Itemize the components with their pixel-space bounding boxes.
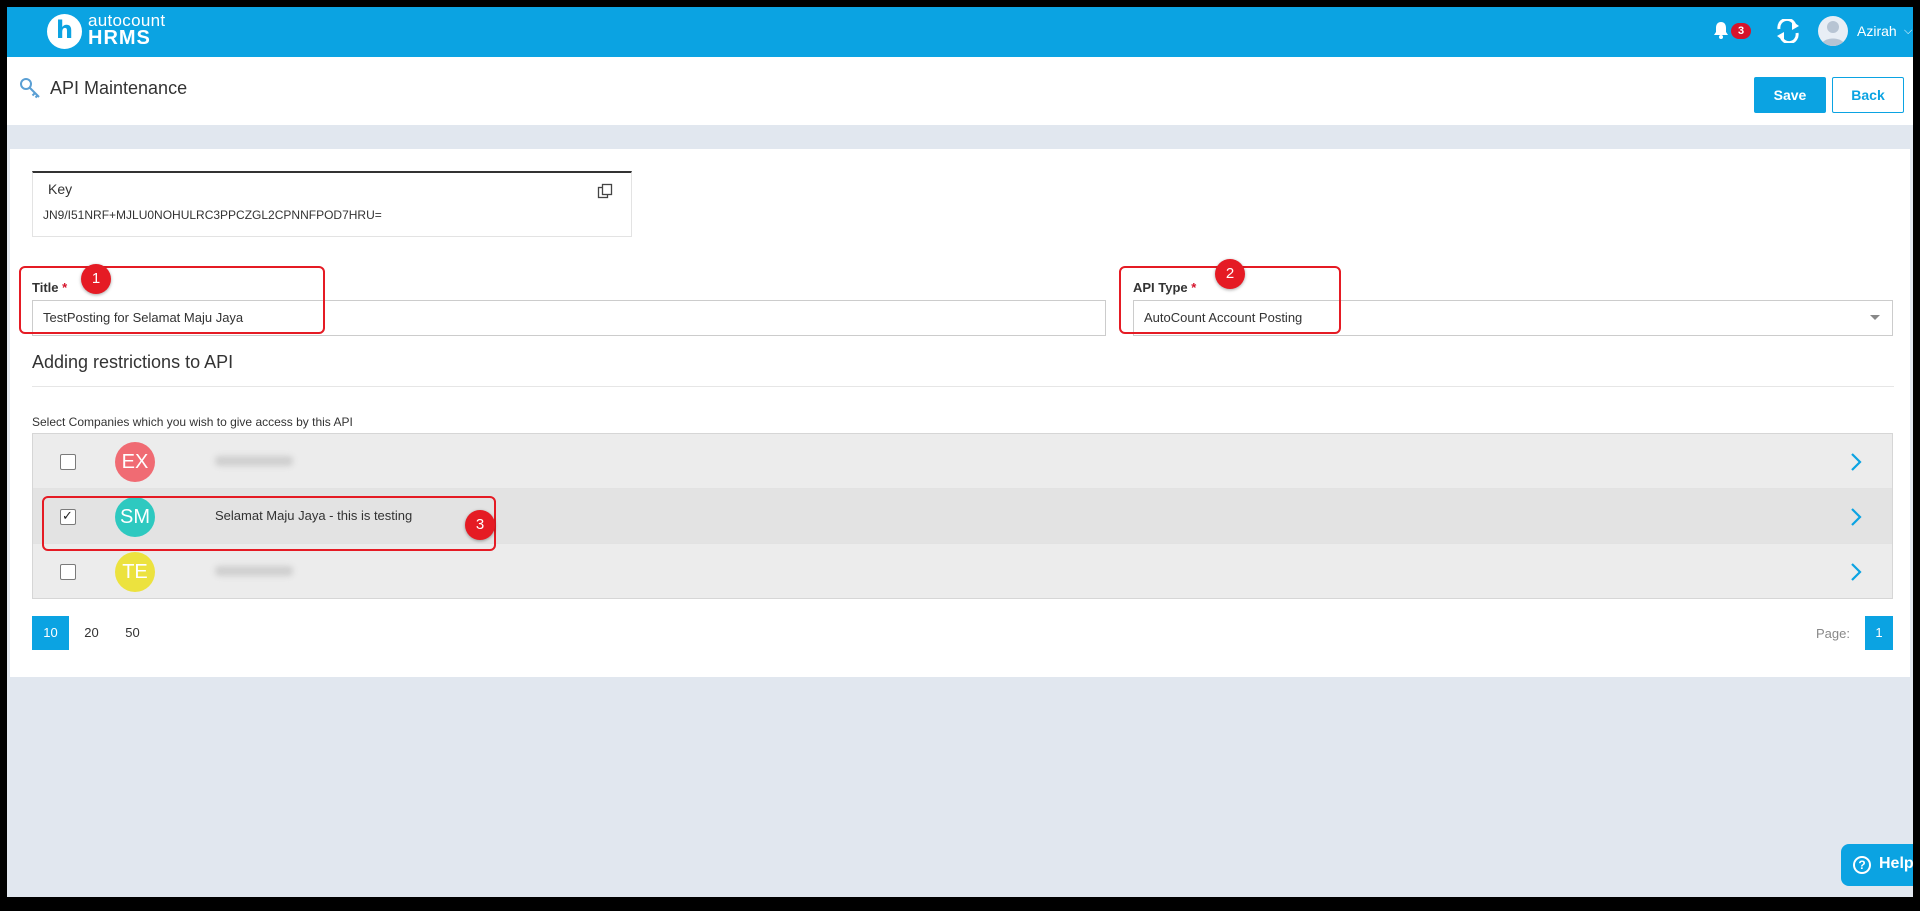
- help-label: Help: [1879, 855, 1913, 872]
- switch-company-icon[interactable]: [1775, 19, 1801, 43]
- page-number-button[interactable]: 1: [1865, 616, 1893, 650]
- user-avatar[interactable]: [1818, 16, 1848, 46]
- chevron-down-icon[interactable]: ⌵: [1904, 24, 1912, 38]
- company-name-redacted: [215, 566, 293, 576]
- divider: [32, 386, 1894, 387]
- company-checkbox[interactable]: [60, 564, 76, 580]
- logo-text-large: HRMS: [88, 27, 151, 49]
- page-size-50[interactable]: 50: [114, 616, 151, 650]
- page-size-10[interactable]: 10: [32, 616, 69, 650]
- restrictions-hint: Select Companies which you wish to give …: [32, 415, 353, 429]
- annotation-number-2: 2: [1215, 259, 1245, 289]
- user-icon: [1821, 21, 1845, 46]
- chevron-right-icon[interactable]: [1848, 452, 1864, 472]
- annotation-box-1: [19, 266, 325, 334]
- bell-icon[interactable]: [1713, 21, 1729, 39]
- page-label: Page:: [1816, 626, 1850, 641]
- chevron-right-icon[interactable]: [1848, 562, 1864, 582]
- company-row[interactable]: EX: [33, 434, 1892, 489]
- username[interactable]: Azirah: [1857, 23, 1897, 39]
- chevron-right-icon[interactable]: [1848, 507, 1864, 527]
- restrictions-title: Adding restrictions to API: [32, 352, 234, 372]
- save-button[interactable]: Save: [1754, 77, 1826, 113]
- copy-icon[interactable]: [597, 183, 613, 199]
- key-icon: [20, 78, 40, 99]
- annotation-number-1: 1: [81, 264, 111, 294]
- annotation-box-3: [42, 496, 496, 551]
- company-avatar: TE: [115, 552, 155, 592]
- company-avatar: EX: [115, 442, 155, 482]
- key-label: Key: [48, 181, 73, 197]
- api-form-panel: Key JN9/I51NRF+MJLU0NOHULRC3PPCZGL2CPNNF…: [10, 149, 1910, 677]
- notification-badge: 3: [1731, 23, 1751, 39]
- api-key-box: Key JN9/I51NRF+MJLU0NOHULRC3PPCZGL2CPNNF…: [32, 171, 632, 237]
- app-window: h autocount HRMS 3 Azirah ⌵ API Maintena…: [7, 7, 1913, 897]
- question-icon: ?: [1853, 856, 1871, 874]
- annotation-number-3: 3: [465, 510, 495, 540]
- company-name-redacted: [215, 456, 293, 466]
- help-button[interactable]: ? Help: [1841, 844, 1913, 886]
- company-checkbox[interactable]: [60, 454, 76, 470]
- page-size-20[interactable]: 20: [73, 616, 110, 650]
- page-title: API Maintenance: [50, 78, 188, 98]
- caret-down-icon: [1870, 315, 1880, 320]
- page-header: API Maintenance Save Back: [7, 57, 1913, 125]
- key-value: JN9/I51NRF+MJLU0NOHULRC3PPCZGL2CPNNFPOD7…: [43, 208, 382, 222]
- company-row[interactable]: TE: [33, 544, 1892, 599]
- autocount-logo-icon[interactable]: h: [47, 14, 82, 49]
- back-button[interactable]: Back: [1832, 77, 1904, 113]
- top-navbar: h autocount HRMS 3 Azirah ⌵: [7, 7, 1913, 57]
